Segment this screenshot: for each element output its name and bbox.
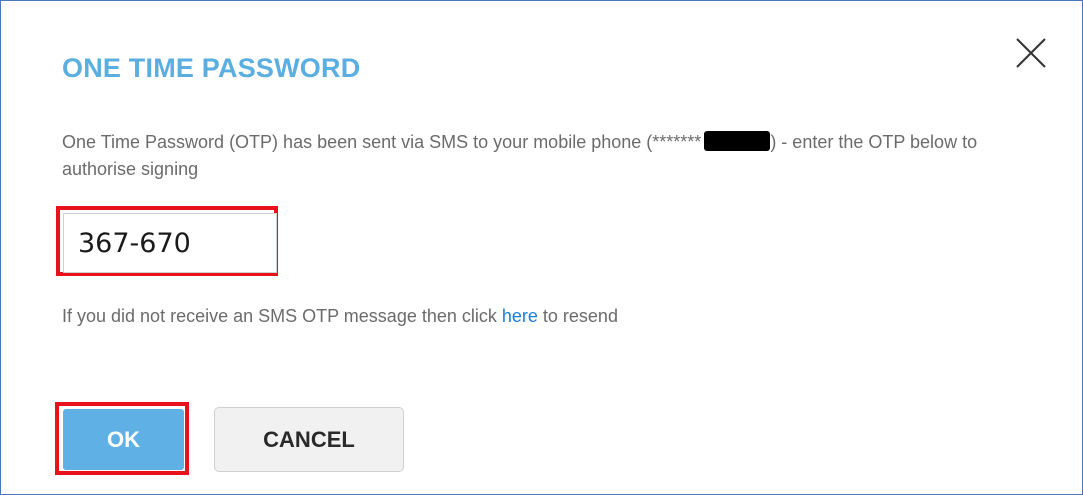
otp-input[interactable] <box>63 213 277 273</box>
redacted-phone-number <box>704 131 771 151</box>
message-text-start: One Time Password (OTP) has been sent vi… <box>62 132 702 152</box>
cancel-button[interactable]: CANCEL <box>214 407 404 472</box>
otp-dialog: ONE TIME PASSWORD One Time Password (OTP… <box>0 0 1083 495</box>
ok-button[interactable]: OK <box>63 409 184 470</box>
resend-link[interactable]: here <box>502 306 538 326</box>
dialog-title: ONE TIME PASSWORD <box>62 53 361 83</box>
close-button[interactable] <box>1011 33 1051 73</box>
resend-text-start: If you did not receive an SMS OTP messag… <box>62 306 502 326</box>
resend-text-end: to resend <box>537 306 618 326</box>
resend-instructions: If you did not receive an SMS OTP messag… <box>62 303 618 330</box>
otp-instructions: One Time Password (OTP) has been sent vi… <box>62 129 1022 183</box>
close-icon <box>1016 38 1046 68</box>
